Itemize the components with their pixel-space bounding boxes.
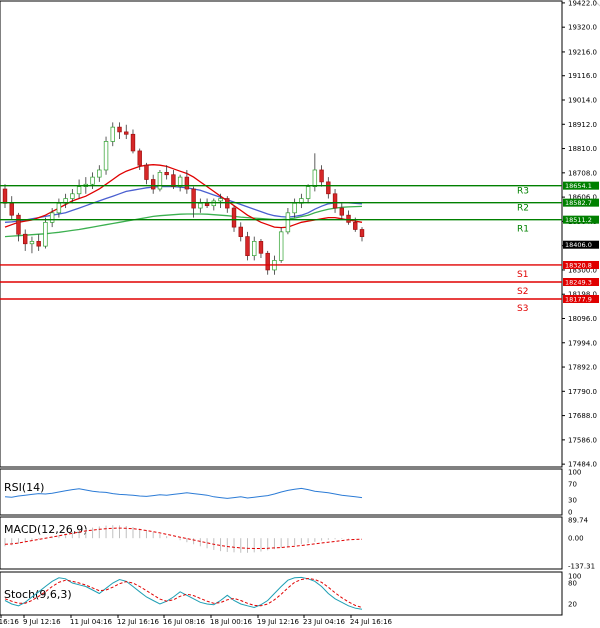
candle-body — [198, 202, 203, 209]
candle-body — [353, 221, 358, 230]
level-price-value: 18320.8 — [565, 261, 592, 269]
level-price-value: 18654.1 — [565, 182, 592, 190]
price-tick-label: 18708.0 — [568, 169, 597, 177]
time-tick-label: 19 Jul 12:16 — [257, 618, 300, 626]
price-tick-label: 17586.0 — [568, 436, 597, 444]
candle-body — [124, 131, 129, 135]
candle-body — [339, 207, 344, 216]
candle-body — [56, 202, 62, 214]
level-price-value: 18177.9 — [565, 295, 592, 303]
candle-body — [29, 241, 35, 245]
candle-body — [97, 169, 102, 178]
candle-body — [16, 214, 21, 235]
time-tick-label: 12 Jul 16:16 — [117, 618, 160, 626]
price-tick-label: 18810.0 — [568, 145, 597, 153]
candle-body — [137, 150, 142, 166]
rsi-tick-label: 70 — [568, 481, 577, 489]
candle-body — [157, 172, 163, 190]
candle-body — [319, 169, 324, 183]
stoch-title: Stoch(9,6,3) — [4, 588, 72, 601]
candle-body — [218, 198, 223, 202]
candle-body — [191, 188, 196, 209]
candle-body — [23, 233, 28, 245]
candle-body — [258, 241, 264, 254]
candle-body — [204, 202, 210, 207]
rsi-tick-label: 30 — [568, 497, 577, 505]
level-price-value: 18249.3 — [565, 279, 592, 287]
candle-body — [252, 241, 257, 257]
price-tick-label: 19216.0 — [568, 48, 597, 56]
candle-body — [231, 207, 237, 228]
candle-body — [150, 179, 156, 190]
price-tick-label: 19320.0 — [568, 24, 597, 32]
candle-body — [332, 193, 338, 209]
price-tick-label: 17688.0 — [568, 412, 597, 420]
time-tick-label: 24 Jul 16:16 — [350, 618, 393, 626]
time-tick-label: 18 Jul 00:16 — [210, 618, 253, 626]
candle-body — [49, 212, 55, 223]
candle-body — [90, 176, 95, 185]
level-label-s2: S2 — [517, 287, 528, 297]
macd-tick-label: -137.31 — [568, 563, 595, 571]
candle-body — [285, 212, 291, 233]
candle-body — [130, 133, 136, 152]
level-price-value: 18582.7 — [565, 199, 592, 207]
level-label-r3: R3 — [517, 187, 529, 197]
candle-body — [238, 226, 243, 237]
time-tick-label: 11 Jul 04:16 — [70, 618, 113, 626]
candle-body — [171, 174, 176, 187]
price-tick-label: 17484.0 — [568, 461, 597, 469]
current-price-value: 18406.0 — [565, 241, 592, 249]
candle-body — [292, 202, 297, 214]
candle-body — [117, 126, 122, 133]
time-tick-label: 16 Jul 08:16 — [163, 618, 206, 626]
price-tick-label: 17892.0 — [568, 364, 597, 372]
level-label-s1: S1 — [517, 270, 528, 280]
level-label-r1: R1 — [517, 225, 529, 235]
candle-body — [184, 176, 190, 190]
candle-body — [278, 231, 284, 261]
candle-body — [103, 141, 109, 171]
level-label-r2: R2 — [517, 204, 529, 214]
candle-body — [110, 126, 115, 142]
candle-body — [144, 164, 149, 180]
candle-body — [346, 214, 351, 223]
rsi-tick-label: 100 — [568, 469, 581, 477]
candle-body — [164, 172, 169, 176]
time-tick-label: 23 Jul 04:16 — [303, 618, 346, 626]
macd-tick-label: 0.00 — [568, 535, 584, 543]
time-tick-label: 9 Jul 12:16 — [23, 618, 61, 626]
candle-body — [326, 181, 331, 195]
candle-body — [70, 193, 75, 199]
background — [0, 0, 600, 628]
time-tick-label: Jul 16:16 — [0, 618, 19, 626]
candle-body — [305, 186, 311, 199]
chart-canvas: 19422.0 19320.0 19216.0 19116.0 19014.0 18912… — [0, 0, 600, 628]
price-tick-label: 19014.0 — [568, 97, 597, 105]
stoch-tick-label: 80 — [568, 580, 577, 588]
price-tick-label: 17994.0 — [568, 339, 597, 347]
candle-body — [76, 186, 82, 195]
level-price-value: 18511.2 — [565, 216, 592, 224]
macd-tick-label: 89.74 — [568, 517, 589, 525]
candle-body — [36, 241, 41, 247]
price-tick-label: 18096.0 — [568, 315, 597, 323]
candle-body — [359, 229, 365, 237]
stoch-tick-label: 20 — [568, 601, 577, 609]
rsi-title: RSI(14) — [4, 481, 44, 494]
rsi-tick-label: 0 — [568, 509, 572, 517]
macd-title: MACD(12,26,9) — [4, 523, 88, 536]
price-tick-label: 19116.0 — [568, 72, 597, 80]
candle-body — [2, 188, 8, 204]
price-tick-label: 18912.0 — [568, 121, 597, 129]
candle-body — [245, 236, 250, 257]
candle-body — [312, 169, 318, 187]
candle-body — [9, 202, 14, 216]
candle-body — [265, 252, 270, 271]
level-label-s3: S3 — [517, 304, 528, 314]
price-tick-label: 17790.0 — [568, 388, 597, 396]
price-tick-label: 19422.0 — [568, 0, 597, 7]
candle-body — [43, 221, 48, 247]
